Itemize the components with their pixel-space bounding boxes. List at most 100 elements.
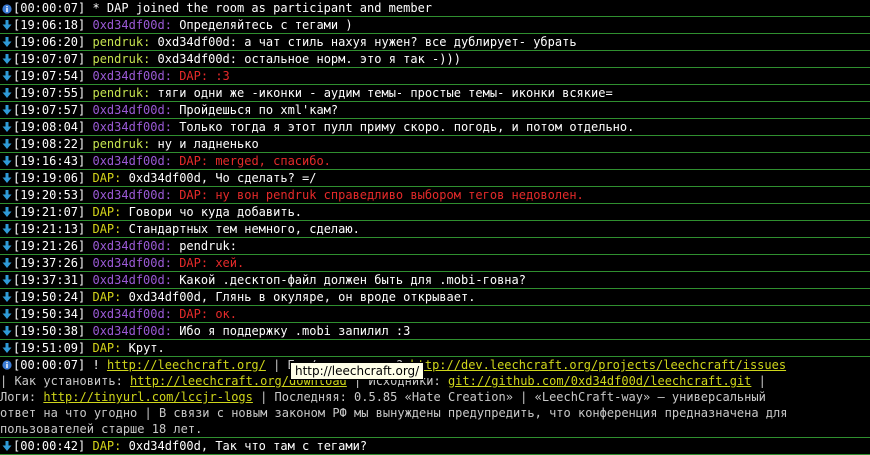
message-text: Пройдешься по xml'кам? (171, 103, 339, 117)
arrow-down-icon (2, 121, 12, 133)
nickname[interactable]: 0xd34df00d (92, 18, 164, 32)
nickname[interactable]: pendruk (92, 35, 143, 49)
timestamp: [00:00:07] (13, 1, 86, 15)
nickname[interactable]: DAP (92, 171, 114, 185)
link-logs[interactable]: http://tinyurl.com/lccjr-logs (43, 390, 253, 404)
arrow-down-icon (2, 274, 12, 286)
nickname[interactable]: DAP (92, 290, 114, 304)
message-text: * DAP joined the room as participant and… (85, 1, 433, 15)
message-row: [19:06:20] pendruk: 0xd34df00d: а чат ст… (0, 34, 870, 51)
arrow-down-icon (2, 189, 12, 201)
nickname[interactable]: 0xd34df00d (92, 324, 164, 338)
arrow-down-icon (2, 342, 12, 354)
arrow-down-icon (2, 70, 12, 82)
message-text: Ибо я поддержку .mobi запилил :З (171, 324, 411, 338)
nickname[interactable]: 0xd34df00d (92, 188, 164, 202)
message-row: [19:19:06] DAP: 0xd34df00d, Чо сделать? … (0, 170, 870, 187)
link-git[interactable]: git://github.com/0xd34df00d/leechcraft.g… (448, 374, 751, 388)
message-text: DAP: ок. (171, 307, 237, 321)
message-text: 0xd34df00d, Чо сделать? =/ (121, 171, 317, 185)
message-row: [19:21:13] DAP: Стандартных тем немного,… (0, 221, 870, 238)
message-text: DAP: merged, спасибо. (171, 154, 331, 168)
message-text: DAP: :З (171, 69, 230, 83)
nick-separator: : (164, 154, 172, 168)
link-issues[interactable]: http://dev.leechcraft.org/projects/leech… (410, 358, 786, 372)
arrow-down-icon (2, 240, 12, 252)
nickname[interactable]: 0xd34df00d (92, 120, 164, 134)
chat-log: [00:00:07] * DAP joined the room as part… (0, 0, 870, 357)
nickname[interactable]: 0xd34df00d (92, 256, 164, 270)
arrow-down-icon (2, 138, 12, 150)
timestamp: [19:21:07] (13, 205, 86, 219)
topic-text: | Как установить: (0, 374, 131, 388)
nickname[interactable]: pendruk (92, 52, 143, 66)
timestamp: [00:00:07] (13, 358, 86, 372)
arrow-down-icon (2, 36, 12, 48)
arrow-down-icon (2, 441, 12, 451)
timestamp: [19:16:43] (13, 154, 86, 168)
timestamp: [19:07:57] (13, 103, 86, 117)
message-row: [19:16:43] 0xd34df00d: DAP: merged, спас… (0, 153, 870, 170)
nick-separator: : (164, 273, 172, 287)
info-icon (2, 360, 12, 370)
message-text: Какой .десктоп-файл должен быть для .mob… (171, 273, 526, 287)
message-text: DAP: ну вон pendruk справедливо выбором … (171, 188, 584, 202)
message-row: [19:08:22] pendruk: ну и ладненько (0, 136, 870, 153)
nickname[interactable]: 0xd34df00d (92, 239, 164, 253)
timestamp: [19:07:07] (13, 52, 86, 66)
message-text: 0xd34df00d, Так что там с тегами? (121, 439, 368, 453)
message-text: ну и ладненько (150, 137, 259, 151)
message-row: [19:07:07] pendruk: 0xd34df00d: остально… (0, 51, 870, 68)
topic-text: | (751, 374, 766, 388)
timestamp: [19:08:04] (13, 120, 86, 134)
message-row: [00:00:07] * DAP joined the room as part… (0, 0, 870, 17)
timestamp: [19:50:24] (13, 290, 86, 304)
topic-row-2: | Как установить: http://leechcraft.org/… (0, 373, 870, 389)
message-row: [19:50:24] DAP: 0xd34df00d, Глянь в окул… (0, 289, 870, 306)
nickname[interactable]: pendruk (92, 86, 143, 100)
message-row: [19:51:09] DAP: Крут. (0, 340, 870, 357)
nickname[interactable]: DAP (92, 222, 114, 236)
nickname[interactable]: 0xd34df00d (92, 307, 164, 321)
timestamp: [19:50:38] (13, 324, 86, 338)
timestamp: [19:37:31] (13, 273, 86, 287)
arrow-down-icon (2, 223, 12, 235)
topic-row-4: ответ на что угодно | В связи с новым за… (0, 406, 788, 420)
timestamp: [19:06:20] (13, 35, 86, 49)
timestamp: [19:37:26] (13, 256, 86, 270)
arrow-down-icon (2, 206, 12, 218)
message-text: тяги одни же -иконки - аудим темы- прост… (150, 86, 613, 100)
nickname[interactable]: DAP (92, 439, 114, 453)
topic-text: | Последняя: 0.5.85 «Hate Creation» | «L… (252, 390, 766, 404)
timestamp: [19:07:55] (13, 86, 86, 100)
timestamp: [19:08:22] (13, 137, 86, 151)
nickname[interactable]: pendruk (92, 137, 143, 151)
nickname[interactable]: 0xd34df00d (92, 154, 164, 168)
timestamp: [19:20:53] (13, 188, 86, 202)
message-text: 0xd34df00d, Глянь в окуляре, он вроде от… (121, 290, 476, 304)
message-row: [19:37:31] 0xd34df00d: Какой .десктоп-фа… (0, 272, 870, 289)
timestamp: [19:07:54] (13, 69, 86, 83)
nickname[interactable]: DAP (92, 205, 114, 219)
link-tooltip: http://leechcraft.org/ (290, 362, 425, 380)
topic-text: Логи: (0, 390, 44, 404)
arrow-down-icon (2, 53, 12, 65)
arrow-down-icon (2, 291, 12, 303)
message-row: [19:37:26] 0xd34df00d: DAP: хей. (0, 255, 870, 272)
nickname[interactable]: 0xd34df00d (92, 103, 164, 117)
nick-separator: : (164, 69, 172, 83)
link-site[interactable]: http://leechcraft.org/ (107, 358, 266, 372)
timestamp: [00:00:42] (13, 439, 86, 453)
message-text: 0xd34df00d: остальное норм. это я так -)… (150, 52, 461, 66)
message-text: 0xd34df00d: а чат стиль нахуя нужен? все… (150, 35, 577, 49)
nickname[interactable]: 0xd34df00d (92, 69, 164, 83)
nick-separator: : (164, 324, 172, 338)
timestamp: [19:21:13] (13, 222, 86, 236)
arrow-down-icon (2, 172, 12, 184)
nick-separator: : (164, 103, 172, 117)
nick-separator: : (164, 307, 172, 321)
nickname[interactable]: 0xd34df00d (92, 273, 164, 287)
timestamp: [19:06:18] (13, 18, 86, 32)
nickname[interactable]: DAP (92, 341, 114, 355)
message-text: Стандартных тем немного, сделаю. (121, 222, 360, 236)
